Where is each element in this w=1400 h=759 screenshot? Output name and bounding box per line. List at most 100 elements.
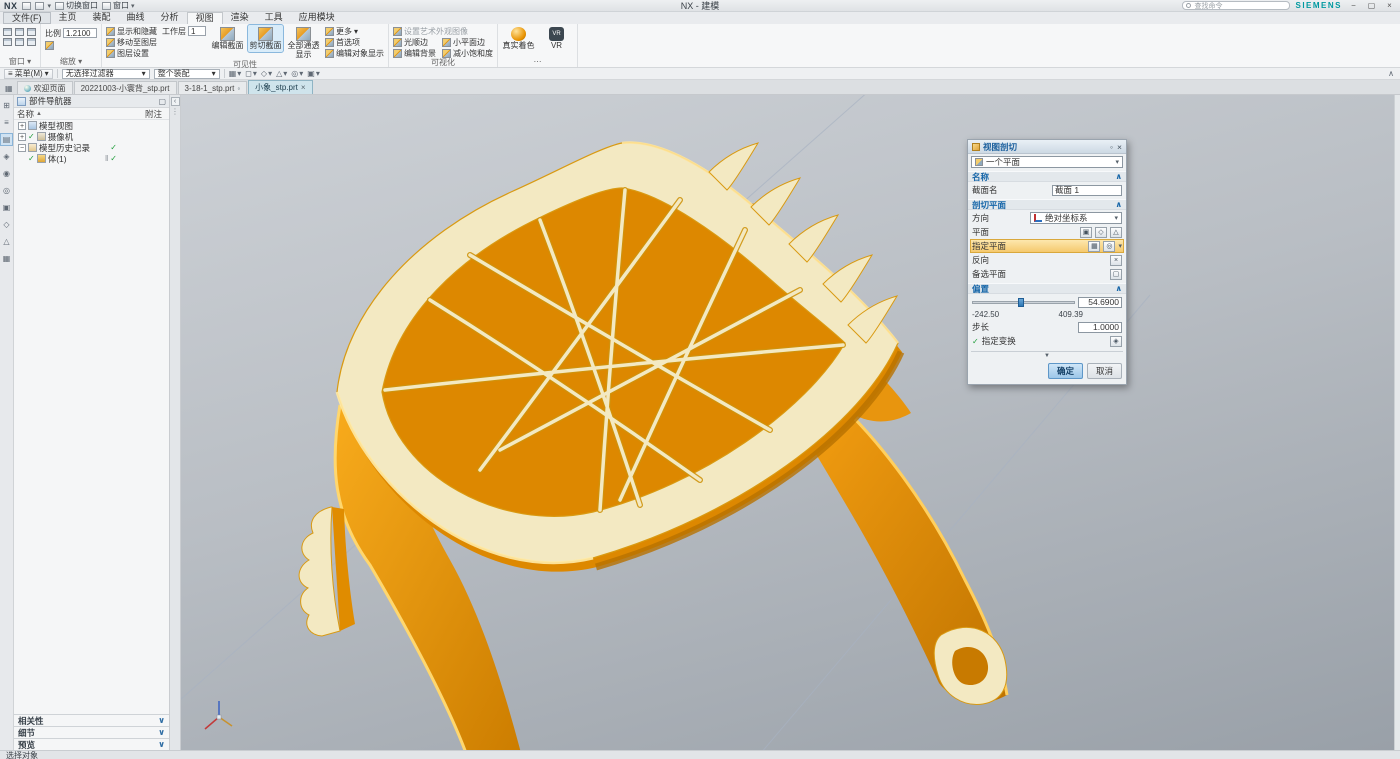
reuse-library-icon[interactable]: ◈ xyxy=(1,151,12,162)
plane-xy-icon[interactable]: ▣ xyxy=(1080,227,1092,238)
undo-icon[interactable] xyxy=(35,2,44,10)
process-studio-icon[interactable]: ◇ xyxy=(1,219,12,230)
expand-icon[interactable]: + xyxy=(18,122,26,130)
plane-dialog-icon[interactable]: ▦ xyxy=(1088,241,1100,252)
layer-settings-button[interactable]: 图层设置 xyxy=(105,48,158,58)
tree-row-body[interactable]: ✓ 体(1) ‖ ✓ xyxy=(14,153,169,164)
window-layout-icon[interactable] xyxy=(27,38,36,46)
dialog-title-bar[interactable]: 视图剖切 ◦ × xyxy=(968,140,1126,154)
offset-section-header[interactable]: 偏置∧ xyxy=(968,283,1126,294)
tree-row-cameras[interactable]: + ✓ 摄像机 xyxy=(14,131,169,142)
expand-icon[interactable]: + xyxy=(18,133,26,141)
plane-yz-icon[interactable]: ◇ xyxy=(1095,227,1107,238)
tab-file[interactable]: 文件(F) xyxy=(3,12,51,24)
orientation-select[interactable]: 绝对坐标系 ▾ xyxy=(1030,212,1122,224)
section-name-input[interactable]: 截面 1 xyxy=(1052,185,1122,196)
true-shading-button[interactable]: 真实着色 xyxy=(501,25,536,52)
facet-edges-button[interactable]: 小平面边 xyxy=(441,37,494,47)
tab-home[interactable]: 主页 xyxy=(51,12,85,24)
edit-section-button[interactable]: 编辑截面 xyxy=(210,25,245,52)
select-face-button[interactable]: ◻▾ xyxy=(245,69,257,78)
dialog-close-icon[interactable]: × xyxy=(1117,142,1122,152)
tab-part-1[interactable]: 20221003-小寰背_stp.prt xyxy=(74,81,177,94)
show-through-button[interactable]: 全部通透显示 xyxy=(286,25,321,60)
group-overflow[interactable]: ⋯ xyxy=(501,57,574,67)
offset-value-input[interactable]: 54.6900 xyxy=(1078,297,1122,308)
menu-button[interactable]: ≡ 菜单(M) ▾ xyxy=(4,69,53,79)
desaturate-button[interactable]: 减小饱和度 xyxy=(441,48,494,58)
roles-icon[interactable]: △ xyxy=(1,236,12,247)
tab-assembly[interactable]: 装配 xyxy=(85,12,119,24)
section-plane-header[interactable]: 剖切平面∧ xyxy=(968,199,1126,210)
tab-close-icon[interactable]: × xyxy=(301,83,306,92)
group-label-window[interactable]: 窗口 ▾ xyxy=(3,57,37,67)
tab-welcome[interactable]: 欢迎页面 xyxy=(17,81,73,94)
graphics-window[interactable]: 视图剖切 ◦ × 一个平面 ▾ 名称∧ 截面名 截面 1 xyxy=(181,95,1400,750)
web-browser-icon[interactable]: ◎ xyxy=(1,185,12,196)
section-type-select[interactable]: 一个平面 ▾ xyxy=(971,156,1123,168)
panel-undock-icon[interactable]: ▢ xyxy=(158,97,166,106)
assembly-navigator-icon[interactable]: ⊞ xyxy=(1,100,12,111)
tab-view[interactable]: 视图 xyxy=(187,12,223,24)
minimize-button[interactable]: − xyxy=(1347,1,1360,10)
alternate-plane-button[interactable]: ▢ xyxy=(1110,269,1122,280)
tree-row-history[interactable]: − 模型历史记录 ✓ xyxy=(14,142,169,153)
collapse-panel-icon[interactable]: ‹ xyxy=(171,97,180,106)
part-navigator-icon[interactable]: ▤ xyxy=(1,134,12,145)
slider-thumb[interactable] xyxy=(1018,298,1024,307)
tab-render[interactable]: 渲染 xyxy=(223,12,257,24)
group-label-zoom[interactable]: 缩放 ▾ xyxy=(44,57,98,67)
transform-button[interactable]: ◈ xyxy=(1110,336,1122,347)
dependencies-section[interactable]: 相关性 ∨ xyxy=(14,714,169,726)
tab-curve[interactable]: 曲线 xyxy=(119,12,153,24)
tab-part-active[interactable]: 小象_stp.prt × xyxy=(248,80,312,94)
details-section[interactable]: 细节 ∨ xyxy=(14,726,169,738)
window-layout-buttons[interactable] xyxy=(3,25,37,46)
ok-button[interactable]: 确定 xyxy=(1048,363,1083,379)
plane-zx-icon[interactable]: △ xyxy=(1110,227,1122,238)
model-3d-view[interactable] xyxy=(181,95,1400,750)
window-layout-icon[interactable] xyxy=(3,38,12,46)
window-layout-icon[interactable] xyxy=(15,28,24,36)
zoom-button[interactable] xyxy=(44,40,55,50)
edit-background-button[interactable]: 编辑背景 xyxy=(392,48,437,58)
cancel-button[interactable]: 取消 xyxy=(1087,363,1122,379)
tab-list-icon[interactable]: ▦ xyxy=(2,84,16,94)
window-menu-button[interactable]: 窗口 ▾ xyxy=(102,0,135,11)
maximize-button[interactable]: ▢ xyxy=(1365,1,1378,10)
window-layout-icon[interactable] xyxy=(3,28,12,36)
selection-filter-select[interactable]: 无选择过滤器 ▾ xyxy=(62,69,150,79)
tab-application[interactable]: 应用模块 xyxy=(291,12,343,24)
collapse-icon[interactable]: − xyxy=(18,144,26,152)
show-hide-button[interactable]: 显示和隐藏 xyxy=(105,26,158,36)
tab-part-2[interactable]: 3-18-1_stp.prt ◦ xyxy=(178,81,248,94)
navigator-column-header[interactable]: 名称 ▲ 附注 xyxy=(14,108,169,120)
tab-analysis[interactable]: 分析 xyxy=(153,12,187,24)
smooth-edges-button[interactable]: 光顺边 xyxy=(392,37,437,47)
preferences-button[interactable]: 首选项 xyxy=(324,37,385,47)
work-layer-input[interactable]: 1 xyxy=(188,26,206,36)
chair-model[interactable] xyxy=(299,143,1007,750)
hd3d-tools-icon[interactable]: ◉ xyxy=(1,168,12,179)
specify-plane-row[interactable]: 指定平面 ▦ ◎ ▾ xyxy=(971,240,1123,252)
selection-scope-select[interactable]: 整个装配 ▾ xyxy=(154,69,220,79)
step-input[interactable]: 1.0000 xyxy=(1078,322,1122,333)
offset-slider[interactable] xyxy=(972,297,1075,308)
group-label-visualization[interactable]: 可视化 xyxy=(392,58,494,68)
select-body-button[interactable]: ◇▾ xyxy=(261,69,272,78)
splitter-grip[interactable]: ⋮ xyxy=(171,108,179,115)
edit-object-display-button[interactable]: 编辑对象显示 xyxy=(324,48,385,58)
preview-section[interactable]: 预览 ∨ xyxy=(14,738,169,750)
window-layout-icon[interactable] xyxy=(27,28,36,36)
dialog-pin-icon[interactable]: ◦ xyxy=(1110,142,1113,152)
save-icon[interactable] xyxy=(22,2,31,10)
name-section-header[interactable]: 名称∧ xyxy=(968,171,1126,182)
vr-button[interactable]: VRVR xyxy=(539,25,574,52)
select-edge-button[interactable]: △▾ xyxy=(276,69,287,78)
qat-caret-icon[interactable]: ▾ xyxy=(48,2,52,10)
ribbon-collapse-icon[interactable]: ∧ xyxy=(1388,69,1396,78)
move-to-layer-button[interactable]: 移动至图层 xyxy=(105,37,158,47)
clip-section-button[interactable]: 剪切截面 xyxy=(248,25,283,52)
scale-input[interactable]: 1.2100 xyxy=(63,28,97,38)
close-button[interactable]: × xyxy=(1383,1,1396,10)
